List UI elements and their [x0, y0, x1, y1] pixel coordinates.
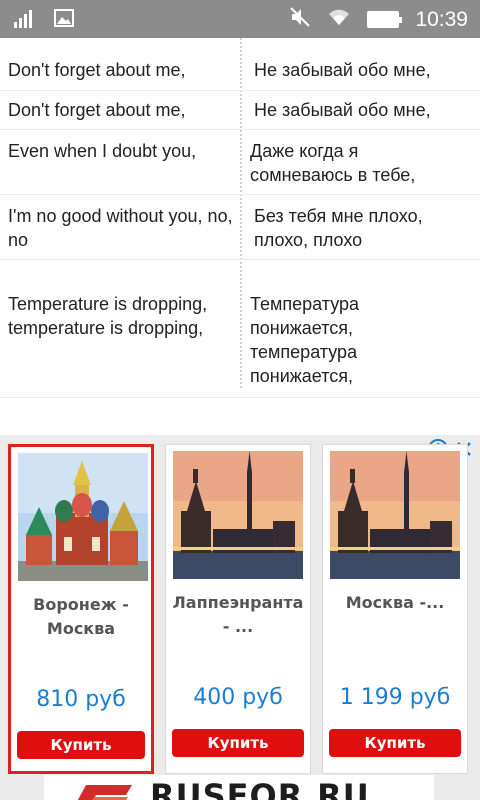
buy-button[interactable]: Купить: [329, 729, 461, 757]
lyric-translation: Не забывай обо мне,: [254, 60, 431, 80]
mute-icon: [289, 6, 311, 33]
ad-card[interactable]: Лаппеэнранта - ... 400 руб Купить: [165, 444, 311, 774]
ad-card-title: Воронеж - Москва: [33, 595, 129, 638]
buy-button[interactable]: Купить: [17, 731, 145, 759]
ad-card-price: 810 руб: [36, 687, 126, 712]
lyric-original: Even when I doubt you,: [8, 141, 197, 161]
lyrics-row: Don't forget about me, Не забывай обо мн…: [0, 38, 480, 91]
brand-name: RUSFOR.RU: [150, 777, 370, 800]
lyrics-row: I'm no good without you, no, no Без тебя…: [0, 195, 480, 260]
logo-mark-icon: [74, 777, 134, 800]
buy-button[interactable]: Купить: [172, 729, 304, 757]
lyric-original: Temperature is dropping, temperature is …: [8, 294, 208, 338]
lyrics-row: Temperature is dropping, temperature is …: [0, 260, 480, 398]
image-icon: [54, 9, 74, 32]
lyrics-row: Don't forget about me, Не забывай обо мн…: [0, 91, 480, 130]
ad-card-price: 1 199 руб: [339, 685, 451, 710]
ad-banner[interactable]: Воронеж - Москва 810 руб Купить Лаппеэнр…: [0, 435, 480, 800]
battery-icon: [367, 11, 403, 28]
ad-card-price: 400 руб: [193, 685, 283, 710]
lyric-translation: Без тебя мне плохо, плохо, плохо: [254, 206, 423, 250]
signal-icon: [14, 8, 36, 33]
city-skyline-image: [330, 451, 460, 579]
lyric-original: I'm no good without you, no, no: [8, 206, 233, 250]
lyric-translation: Температура понижается, температура пони…: [250, 294, 360, 386]
ad-card-title: Лаппеэнранта - ...: [172, 593, 304, 636]
lyrics-row: Even when I doubt you, Даже когда я сомн…: [0, 130, 480, 195]
ad-card[interactable]: Москва -... 1 199 руб Купить: [322, 444, 468, 774]
wifi-icon: [327, 7, 351, 32]
lyric-original: Don't forget about me,: [8, 100, 186, 120]
ad-card-title: Москва -...: [345, 593, 445, 612]
lyric-original: Don't forget about me,: [8, 60, 186, 80]
clock: 10:39: [415, 7, 468, 31]
cathedral-image: [18, 453, 148, 581]
lyric-translation: Не забывай обо мне,: [254, 100, 431, 120]
city-skyline-image: [173, 451, 303, 579]
status-bar: 10:39: [0, 0, 480, 38]
ad-card[interactable]: Воронеж - Москва 810 руб Купить: [8, 444, 154, 774]
lyric-translation: Даже когда я сомневаюсь в тебе,: [250, 141, 416, 185]
brand-logo[interactable]: RUSFOR.RU: [44, 775, 434, 800]
